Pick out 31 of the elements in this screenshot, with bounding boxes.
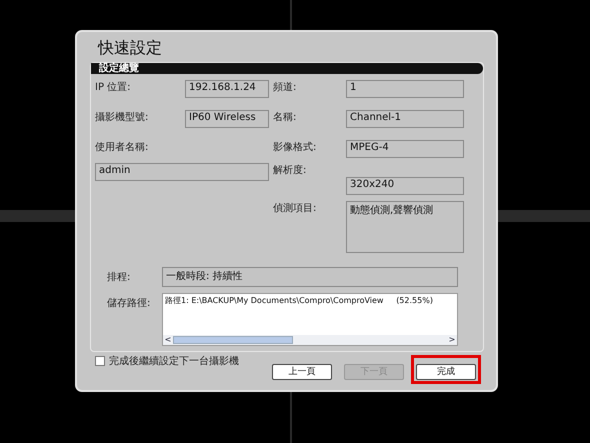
window-title: 快速設定	[96, 38, 163, 59]
field-label: 儲存路徑:	[106, 296, 152, 311]
model-field: IP60 Wireless	[185, 110, 269, 128]
field-label: IP 位置:	[95, 80, 132, 95]
detection-field: 動態偵測,聲響偵測	[346, 201, 464, 253]
field-label: 名稱:	[273, 111, 298, 125]
field-label: 頻道:	[273, 81, 298, 95]
dialog-button[interactable]: 上一頁	[272, 364, 332, 380]
scroll-right-button[interactable]: >	[447, 335, 457, 345]
name-field: Channel-1	[346, 110, 464, 128]
dialog-button[interactable]: 完成	[416, 364, 476, 380]
checkbox[interactable]	[95, 356, 105, 366]
field-label: 偵測項目:	[273, 202, 318, 216]
section-header: 設定總覽	[91, 63, 483, 74]
storage-path-list[interactable]: 路徑1: E:\BACKUP\My Documents\Compro\ComproView (52.55%) < >	[162, 293, 458, 346]
field-label: 解析度:	[273, 164, 308, 178]
scrollbar-thumb[interactable]	[173, 336, 293, 344]
field-label: 影像格式:	[273, 140, 318, 155]
resolution-field: 320x240	[346, 177, 464, 195]
checkbox-label: 完成後繼續設定下一台攝影機	[109, 354, 239, 368]
ip-field: 192.168.1.24	[185, 80, 269, 98]
field-label: 排程:	[106, 270, 132, 285]
scroll-left-button[interactable]: <	[163, 335, 173, 345]
format-field: MPEG-4	[346, 140, 464, 158]
field-label: 攝影機型號:	[95, 110, 150, 125]
schedule-field: 一般時段: 持續性	[162, 267, 458, 287]
field-label: 使用者名稱:	[95, 140, 150, 155]
username-field: admin	[95, 163, 269, 181]
channel-field: 1	[346, 80, 464, 98]
horizontal-scrollbar[interactable]: < >	[163, 335, 457, 345]
storage-path: 路徑1: E:\BACKUP\My Documents\Compro\ComproView (52.55%)	[164, 295, 434, 307]
